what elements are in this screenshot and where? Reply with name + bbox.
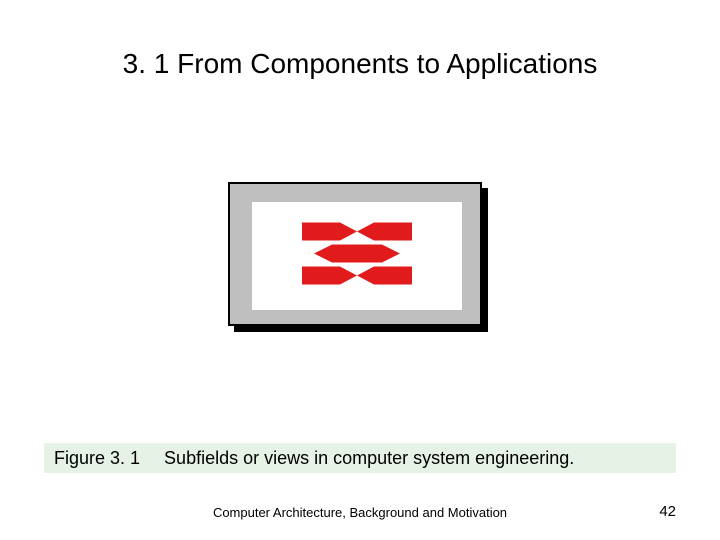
figure-frame (228, 182, 482, 326)
page-number: 42 (659, 503, 676, 520)
slide-title: 3. 1 From Components to Applications (0, 48, 720, 80)
figure-inner (252, 202, 462, 310)
figure-container (228, 182, 488, 332)
figure-caption-label: Figure 3. 1 (54, 448, 140, 469)
broken-image-icon (302, 223, 412, 290)
footer-text: Computer Architecture, Background and Mo… (0, 505, 720, 520)
figure-caption-text: Subfields or views in computer system en… (164, 448, 574, 469)
figure-caption-bar: Figure 3. 1 Subfields or views in comput… (44, 443, 676, 473)
